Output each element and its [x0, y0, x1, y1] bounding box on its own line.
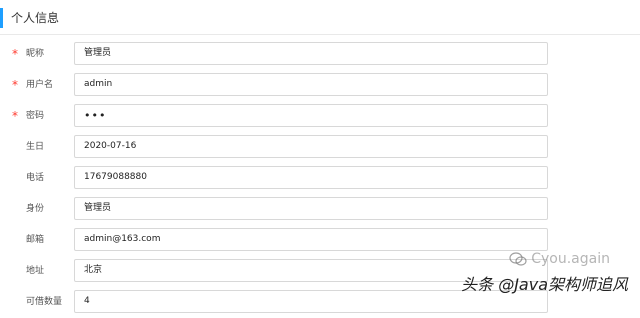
- wechat-icon: [509, 252, 527, 266]
- section-title: 个人信息: [0, 8, 59, 28]
- form-row-password: * 密码 •••: [0, 104, 640, 128]
- phone-label: 电话: [26, 173, 45, 183]
- form-row-email: 邮箱 admin@163.com: [0, 228, 640, 252]
- nickname-input[interactable]: 管理员: [74, 42, 548, 65]
- form-row-nickname: * 昵称 管理员: [0, 42, 640, 66]
- form-row-phone: 电话 17679088880: [0, 166, 640, 190]
- username-label: 用户名: [26, 80, 54, 90]
- phone-input[interactable]: 17679088880: [74, 166, 548, 189]
- nickname-label: 昵称: [26, 49, 45, 59]
- borrow-limit-label: 可借数量: [26, 297, 63, 307]
- email-label: 邮箱: [26, 235, 45, 245]
- birthday-input[interactable]: 2020-07-16: [74, 135, 548, 158]
- watermark-title: 头条 @Java架构师追风: [461, 275, 628, 294]
- form-row-username: * 用户名 admin: [0, 73, 640, 97]
- password-input[interactable]: •••: [74, 104, 548, 127]
- birthday-label: 生日: [26, 142, 45, 152]
- form-row-identity: 身份 管理员: [0, 197, 640, 221]
- username-input[interactable]: admin: [74, 73, 548, 96]
- password-label: 密码: [26, 111, 45, 121]
- section-divider: [0, 34, 640, 35]
- address-label: 地址: [26, 266, 45, 276]
- email-input[interactable]: admin@163.com: [74, 228, 548, 251]
- form-row-birthday: 生日 2020-07-16: [0, 135, 640, 159]
- identity-label: 身份: [26, 204, 45, 214]
- watermark: Cyou.again 头条 @Java架构师追风: [461, 250, 628, 296]
- required-marker: *: [12, 78, 18, 92]
- watermark-handle-group: Cyou.again: [509, 250, 610, 268]
- required-marker: *: [12, 47, 18, 61]
- identity-input[interactable]: 管理员: [74, 197, 548, 220]
- required-marker: *: [12, 109, 18, 123]
- watermark-handle: Cyou.again: [531, 251, 610, 267]
